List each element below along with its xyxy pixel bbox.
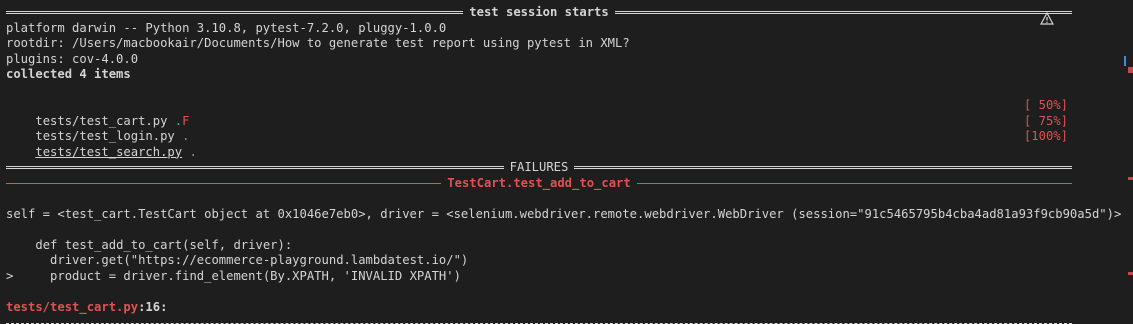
result-percent: [ 50%] — [1023, 98, 1068, 112]
plugins-line: plugins: cov-4.0.0 — [6, 51, 139, 66]
terminal-output: test session starts platform darwin -- P… — [6, 5, 1122, 324]
failed-test-title: TestCart.test_add_to_cart — [447, 175, 631, 190]
result-file[interactable]: tests/test_search.py — [35, 145, 182, 159]
failures-title: FAILURES — [509, 160, 569, 174]
ruler-mark — [1124, 56, 1126, 66]
code-prefix — [6, 238, 35, 252]
platform-line: platform darwin -- Python 3.10.8, pytest… — [6, 20, 447, 35]
session-header-title: test session starts — [469, 5, 609, 19]
session-header-separator: test session starts — [6, 5, 1073, 21]
result-percent: [100%] — [1023, 129, 1068, 143]
code-text: product = driver.find_element(By.XPATH, … — [50, 268, 461, 283]
rootdir-line: rootdir: /Users/macbookair/Documents/How… — [6, 36, 630, 50]
self-line: self = <test_cart.TestCart object at 0x1… — [6, 206, 1122, 221]
separator-rule — [6, 182, 442, 184]
code-text: driver.get("https://ecommerce-playground… — [50, 253, 469, 267]
code-line: def test_add_to_cart(self, driver): — [6, 238, 1072, 254]
collected-line: collected 4 items — [6, 67, 131, 81]
failures-separator: FAILURES — [6, 160, 1073, 176]
warning-icon[interactable] — [1040, 12, 1054, 25]
ruler-mark — [1128, 272, 1133, 275]
test-failure-separator: TestCart.test_add_to_cart — [6, 176, 1072, 192]
ruler-mark — [1128, 67, 1133, 73]
code-line: > product = driver.find_element(By.XPATH… — [6, 269, 1072, 285]
pass-mark: . — [189, 144, 197, 159]
separator-rule — [6, 166, 504, 170]
code-prefix: > — [6, 268, 51, 283]
result-percent: [ 75%] — [1023, 113, 1068, 128]
result-row: tests/test_search.py . [100%] — [6, 129, 1072, 159]
separator-rule — [614, 11, 1073, 15]
separator-rule — [636, 182, 1072, 184]
result-row: tests/test_login.py . [ 75%] — [6, 113, 1072, 144]
code-text: def test_add_to_cart(self, driver): — [35, 237, 293, 252]
code-line: driver.get("https://ecommerce-playground… — [6, 253, 1072, 269]
ruler-mark — [1128, 177, 1133, 180]
separator-rule — [574, 166, 1073, 170]
separator-rule — [6, 11, 464, 15]
result-row: tests/test_cart.py .F [ 50%] — [6, 98, 1072, 128]
code-prefix — [6, 253, 50, 267]
